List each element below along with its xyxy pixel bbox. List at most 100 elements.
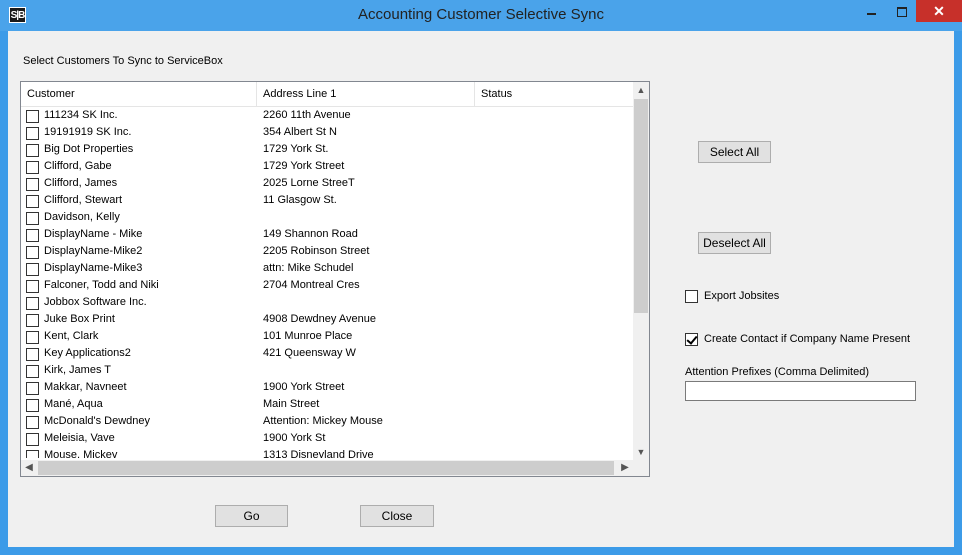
scroll-down-icon[interactable]: ▼ [633, 444, 649, 460]
list-item[interactable]: Key Applications2 421 Queensway W [21, 346, 633, 363]
column-header-customer[interactable]: Customer [21, 82, 257, 106]
address-cell: Main Street [263, 398, 320, 410]
customer-name-cell: 19191919 SK Inc. [44, 126, 132, 138]
row-checkbox[interactable] [26, 110, 39, 123]
row-checkbox[interactable] [26, 195, 39, 208]
row-checkbox[interactable] [26, 144, 39, 157]
customer-name-cell: 111234 SK Inc. [44, 109, 118, 121]
scroll-right-icon[interactable]: ▶ [617, 460, 633, 476]
row-checkbox[interactable] [26, 314, 39, 327]
list-item[interactable]: Clifford, Gabe 1729 York Street [21, 159, 633, 176]
address-cell: Attention: Mickey Mouse [263, 415, 383, 427]
vertical-scroll-thumb[interactable] [634, 99, 648, 313]
customer-name-cell: Jobbox Software Inc. [44, 296, 147, 308]
attention-prefixes-input[interactable] [685, 381, 916, 401]
list-item[interactable]: 111234 SK Inc. 2260 11th Avenue [21, 108, 633, 125]
customer-name-cell: Davidson, Kelly [44, 211, 120, 223]
select-all-button[interactable]: Select All [698, 141, 771, 163]
scroll-up-icon[interactable]: ▲ [633, 82, 649, 98]
close-window-button[interactable]: ✕ [916, 0, 962, 22]
list-item[interactable]: Makkar, Navneet 1900 York Street [21, 380, 633, 397]
maximize-button[interactable] [886, 0, 916, 22]
row-checkbox[interactable] [26, 365, 39, 378]
list-item[interactable]: Clifford, James 2025 Lorne StreeT [21, 176, 633, 193]
list-item[interactable]: 19191919 SK Inc. 354 Albert St N [21, 125, 633, 142]
go-button[interactable]: Go [215, 505, 288, 527]
customer-name-cell: DisplayName-Mike2 [44, 245, 143, 257]
minimize-button[interactable] [856, 0, 886, 22]
horizontal-scrollbar[interactable]: ◀ ▶ [21, 460, 633, 476]
address-cell: 4908 Dewdney Avenue [263, 313, 376, 325]
row-checkbox[interactable] [26, 433, 39, 446]
list-item[interactable]: Kirk, James T [21, 363, 633, 380]
address-cell: attn: Mike Schudel [263, 262, 354, 274]
title-bar[interactable]: S|B Accounting Customer Selective Sync ✕ [0, 0, 962, 31]
row-checkbox[interactable] [26, 246, 39, 259]
row-checkbox[interactable] [26, 280, 39, 293]
create-contact-label[interactable]: Create Contact if Company Name Present [704, 333, 910, 345]
customer-name-cell: Falconer, Todd and Niki [44, 279, 159, 291]
close-button[interactable]: Close [360, 505, 434, 527]
customer-list[interactable]: Customer Address Line 1 Status 111234 SK… [20, 81, 650, 477]
address-cell: 354 Albert St N [263, 126, 337, 138]
customer-name-cell: Clifford, James [44, 177, 118, 189]
address-cell: 149 Shannon Road [263, 228, 358, 240]
address-cell: 2260 11th Avenue [263, 109, 351, 121]
horizontal-scroll-thumb[interactable] [38, 461, 614, 475]
customer-name-cell: Juke Box Print [44, 313, 115, 325]
customer-name-cell: DisplayName - Mike [44, 228, 143, 240]
select-customers-label: Select Customers To Sync to ServiceBox [23, 55, 223, 67]
attention-prefixes-label: Attention Prefixes (Comma Delimited) [685, 366, 870, 378]
row-checkbox[interactable] [26, 348, 39, 361]
export-jobsites-checkbox[interactable] [685, 290, 698, 303]
row-checkbox[interactable] [26, 178, 39, 191]
create-contact-checkbox[interactable] [685, 333, 698, 346]
column-header-address[interactable]: Address Line 1 [257, 82, 475, 106]
deselect-all-button[interactable]: Deselect All [698, 232, 771, 254]
row-checkbox[interactable] [26, 297, 39, 310]
row-checkbox[interactable] [26, 263, 39, 276]
customer-name-cell: Kent, Clark [44, 330, 99, 342]
row-checkbox[interactable] [26, 212, 39, 225]
address-cell: 1900 York St [263, 432, 326, 444]
row-checkbox[interactable] [26, 416, 39, 429]
scrollbar-corner [633, 460, 649, 476]
column-header-status[interactable]: Status [475, 82, 633, 106]
customer-name-cell: Mané, Aqua [44, 398, 103, 410]
vertical-scrollbar[interactable]: ▲ ▼ [633, 82, 649, 460]
address-cell: 2025 Lorne StreeT [263, 177, 355, 189]
list-item[interactable]: DisplayName - Mike 149 Shannon Road [21, 227, 633, 244]
row-checkbox[interactable] [26, 229, 39, 242]
row-checkbox[interactable] [26, 161, 39, 174]
row-checkbox[interactable] [26, 331, 39, 344]
list-item[interactable]: Big Dot Properties 1729 York St. [21, 142, 633, 159]
row-checkbox[interactable] [26, 450, 39, 458]
list-item[interactable]: DisplayName-Mike2 2205 Robinson Street [21, 244, 633, 261]
customer-name-cell: McDonald's Dewdney [44, 415, 151, 427]
row-checkbox[interactable] [26, 399, 39, 412]
customer-name-cell: Key Applications2 [44, 347, 131, 359]
list-item[interactable]: Meleisia, Vave 1900 York St [21, 431, 633, 448]
list-item[interactable]: Jobbox Software Inc. [21, 295, 633, 312]
address-cell: 2704 Montreal Cres [263, 279, 360, 291]
list-item[interactable]: Juke Box Print 4908 Dewdney Avenue [21, 312, 633, 329]
address-cell: 1313 Disneyland Drive [263, 449, 374, 458]
customer-name-cell: Clifford, Gabe [44, 160, 112, 172]
scroll-left-icon[interactable]: ◀ [21, 460, 37, 476]
address-cell: 2205 Robinson Street [263, 245, 370, 257]
list-item[interactable]: McDonald's Dewdney Attention: Mickey Mous… [21, 414, 633, 431]
row-checkbox[interactable] [26, 127, 39, 140]
address-cell: 1729 York Street [263, 160, 345, 172]
list-item[interactable]: Davidson, Kelly [21, 210, 633, 227]
row-checkbox[interactable] [26, 382, 39, 395]
export-jobsites-label[interactable]: Export Jobsites [704, 290, 779, 302]
list-item[interactable]: Mouse, Mickey 1313 Disneyland Drive [21, 448, 633, 458]
list-header: Customer Address Line 1 Status [21, 82, 633, 107]
customer-name-cell: Clifford, Stewart [44, 194, 123, 206]
list-item[interactable]: Clifford, Stewart 11 Glasgow St. [21, 193, 633, 210]
list-item[interactable]: Falconer, Todd and Niki 2704 Montreal Cre… [21, 278, 633, 295]
list-item[interactable]: Kent, Clark 101 Munroe Place [21, 329, 633, 346]
address-cell: 11 Glasgow St. [263, 194, 337, 206]
list-item[interactable]: DisplayName-Mike3 attn: Mike Schudel [21, 261, 633, 278]
list-item[interactable]: Mané, Aqua Main Street [21, 397, 633, 414]
